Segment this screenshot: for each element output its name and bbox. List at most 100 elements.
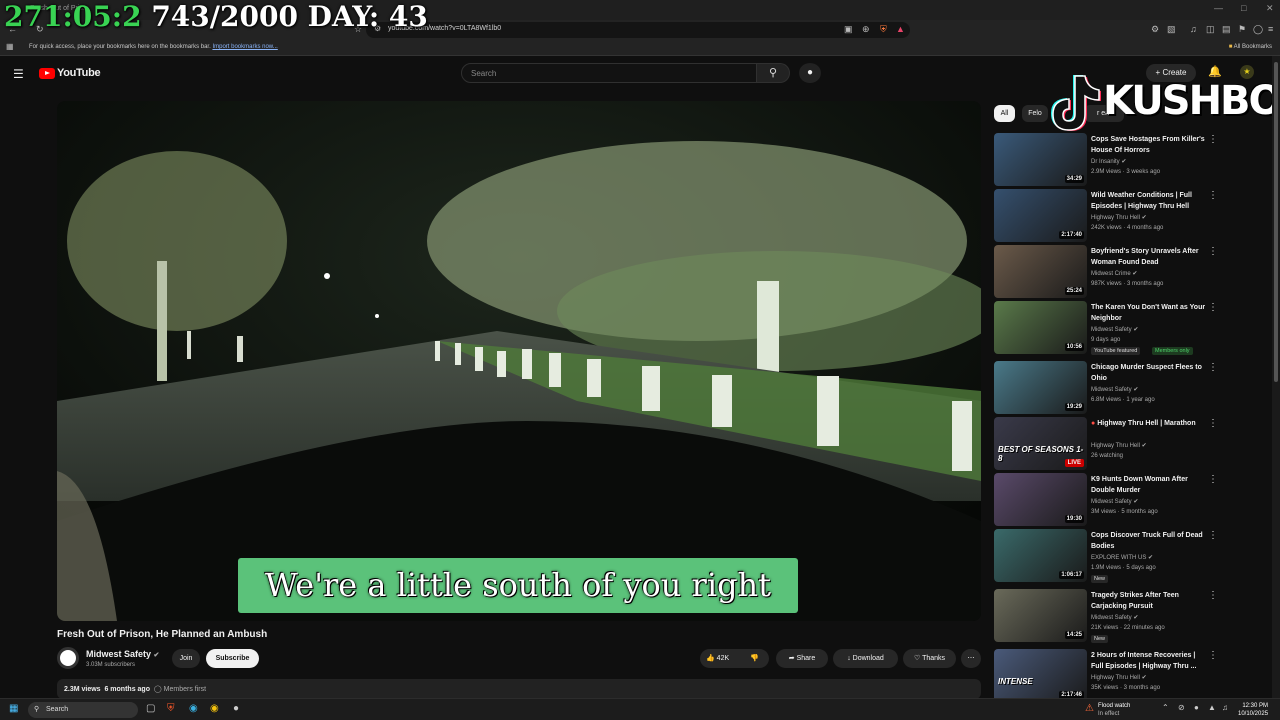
recommendation-thumbnail[interactable]: 19:30 — [994, 473, 1087, 526]
more-vertical-icon[interactable]: ⋮ — [1208, 418, 1218, 429]
recommendation-channel-text: Highway Thru Hell — [1091, 675, 1140, 681]
close-icon[interactable]: ✕ — [1266, 3, 1274, 14]
join-button[interactable]: Join — [172, 649, 200, 668]
rewards-icon[interactable]: ▲ — [896, 24, 905, 34]
recommendation-thumbnail[interactable]: INTENSE 2:17:46 — [994, 649, 1087, 702]
more-vertical-icon[interactable]: ⋮ — [1208, 530, 1218, 541]
more-vertical-icon[interactable]: ⋮ — [1208, 650, 1218, 661]
subscribe-button[interactable]: Subscribe — [206, 649, 259, 668]
chevron-up-icon[interactable]: ⌃ — [1162, 703, 1169, 712]
minimize-icon[interactable]: — — [1214, 3, 1223, 13]
volume-icon[interactable]: ♫ — [1222, 703, 1228, 712]
search-input[interactable]: Search — [461, 63, 757, 83]
recommendation-title: 2 Hours of Intense Recoveries | Full Epi… — [1091, 650, 1209, 672]
tab-search-icon[interactable]: ▧ — [1167, 24, 1176, 35]
thanks-button[interactable]: ♡ Thanks — [903, 649, 956, 668]
recommendation-thumbnail[interactable]: 34:29 — [994, 133, 1087, 186]
url-field[interactable]: ⚙ youtube.com/watch?v=0LTA8Wf1lb0 ▣ ⊕ ⛨ … — [366, 22, 910, 38]
weather-alert-icon[interactable]: ⚠ — [1085, 703, 1094, 714]
weather-widget[interactable]: Flood watch In effect — [1098, 702, 1130, 718]
recommendation-item[interactable]: 19:30 K9 Hunts Down Woman After Double Mu… — [994, 473, 1270, 527]
live-dot-icon: ● — [1091, 420, 1096, 427]
recommendation-item[interactable]: 2:17:40 Wild Weather Conditions | Full Ep… — [994, 189, 1270, 243]
recommendation-thumbnail[interactable]: 2:17:40 — [994, 189, 1087, 242]
recommendation-item[interactable]: 1:06:17 Cops Discover Truck Full of Dead … — [994, 529, 1270, 583]
recommendation-thumbnail[interactable]: 19:29 — [994, 361, 1087, 414]
recommendation-thumbnail[interactable]: 14:25 — [994, 589, 1087, 642]
microphone-icon[interactable]: ● — [1194, 703, 1199, 712]
import-bookmarks-link[interactable]: Import bookmarks now... — [212, 44, 277, 50]
recommendation-item[interactable]: 10:56 The Karen You Don't Want as Your Ne… — [994, 301, 1270, 355]
app-icon[interactable]: ● — [233, 703, 239, 714]
more-vertical-icon[interactable]: ⋮ — [1208, 190, 1218, 201]
recommendation-thumbnail[interactable]: BEST OF SEASONS 1-8 LIVE — [994, 417, 1087, 470]
recommendation-title: The Karen You Don't Want as Your Neighbo… — [1091, 302, 1209, 324]
chip-all[interactable]: All — [994, 105, 1015, 122]
brave-shield-icon[interactable]: ⛨ — [880, 24, 887, 35]
more-vertical-icon[interactable]: ⋮ — [1208, 474, 1218, 485]
verified-icon: ✔ — [1133, 615, 1139, 621]
brave-browser-icon[interactable]: ⛨ — [167, 703, 175, 714]
thumbs-down-icon: 👎 — [750, 655, 759, 662]
recommendation-item[interactable]: INTENSE 2:17:46 2 Hours of Intense Recover… — [994, 649, 1270, 703]
recommendation-thumbnail[interactable]: 10:56 — [994, 301, 1087, 354]
video-player[interactable]: We're a little south of you right now. — [57, 101, 981, 621]
recommendation-item[interactable]: 14:25 Tragedy Strikes After Teen Carjacki… — [994, 589, 1270, 643]
more-vertical-icon[interactable]: ⋮ — [1208, 134, 1218, 145]
chrome-icon[interactable]: ◉ — [210, 703, 219, 714]
extension-icon[interactable]: ⚙ — [1151, 24, 1159, 35]
description-box[interactable]: 2.3M views 6 months ago ◯ Members first — [57, 679, 981, 699]
verified-icon: ✔ — [1148, 555, 1154, 561]
sidebar-icon[interactable]: ◫ — [1206, 24, 1215, 35]
music-icon[interactable]: ♫ — [1190, 24, 1197, 34]
scrollbar-thumb[interactable] — [1274, 62, 1278, 382]
taskbar-search[interactable]: ⚲ Search — [28, 702, 138, 718]
wallet-icon[interactable]: ▤ — [1222, 24, 1231, 35]
voice-search-button[interactable]: ● — [799, 63, 821, 83]
shield-icon[interactable]: ◯ — [1253, 24, 1263, 35]
like-button[interactable]: 👍 42K — [706, 649, 729, 668]
share-button[interactable]: ➦ Share — [776, 649, 828, 668]
download-button[interactable]: ↓ Download — [833, 649, 898, 668]
more-vertical-icon[interactable]: ⋮ — [1208, 246, 1218, 257]
recommendation-item[interactable]: BEST OF SEASONS 1-8 LIVE ● Highway Thru He… — [994, 417, 1270, 471]
recommendation-item[interactable]: 34:29 Cops Save Hostages From Killer's Ho… — [994, 133, 1270, 187]
more-vertical-icon[interactable]: ⋮ — [1208, 362, 1218, 373]
windows-start-icon[interactable]: ▦ — [9, 703, 18, 714]
zoom-icon[interactable]: ⊕ — [862, 24, 870, 35]
more-vertical-icon[interactable]: ⋮ — [1208, 302, 1218, 313]
recommendation-meta: 9 days ago — [1091, 337, 1121, 343]
upload-age: 6 months ago — [104, 686, 150, 693]
recommendation-meta: 35K views · 3 months ago — [1091, 685, 1161, 691]
like-count: 42K — [716, 655, 730, 662]
menu-icon[interactable]: ≡ — [1268, 24, 1273, 34]
dislike-button[interactable]: 👎 — [750, 649, 759, 668]
wifi-icon[interactable]: ▲ — [1208, 703, 1216, 712]
vpn-icon[interactable]: ⚑ — [1238, 24, 1246, 35]
hamburger-menu-icon[interactable]: ☰ — [13, 67, 24, 81]
edge-icon[interactable]: ◉ — [189, 703, 198, 714]
install-app-icon[interactable]: ▣ — [844, 24, 853, 35]
system-clock[interactable]: 12:30 PM 10/10/2025 — [1238, 702, 1268, 718]
recommendation-title: Cops Save Hostages From Killer's House O… — [1091, 134, 1209, 156]
clock-date: 10/10/2025 — [1238, 711, 1269, 717]
apps-grid-icon[interactable]: ▦ — [6, 42, 14, 51]
search-button[interactable]: ⚲ — [757, 63, 790, 83]
recommendation-thumbnail[interactable]: 25:24 — [994, 245, 1087, 298]
network-off-icon[interactable]: ⊘ — [1178, 703, 1185, 712]
youtube-logo[interactable]: YouTube — [39, 67, 101, 79]
more-vertical-icon[interactable]: ⋮ — [1208, 590, 1218, 601]
recommendation-item[interactable]: 19:29 Chicago Murder Suspect Flees to Ohi… — [994, 361, 1270, 415]
channel-name[interactable]: Midwest Safety ✔ — [86, 649, 159, 659]
tiktok-logo-icon — [1051, 75, 1101, 131]
recommendation-item[interactable]: 25:24 Boyfriend's Story Unravels After Wo… — [994, 245, 1270, 299]
duration-badge: 10:56 — [1064, 343, 1084, 351]
maximize-icon[interactable]: □ — [1241, 3, 1246, 13]
channel-avatar[interactable] — [57, 647, 79, 669]
all-bookmarks[interactable]: ■ All Bookmarks — [1229, 44, 1272, 50]
more-actions-button[interactable]: ⋯ — [961, 649, 981, 668]
recommendation-thumbnail[interactable]: 1:06:17 — [994, 529, 1087, 582]
recommendation-badge: New — [1091, 635, 1109, 643]
task-view-icon[interactable]: ▢ — [146, 703, 155, 714]
recommendation-meta: 2.9M views · 3 weeks ago — [1091, 169, 1161, 175]
